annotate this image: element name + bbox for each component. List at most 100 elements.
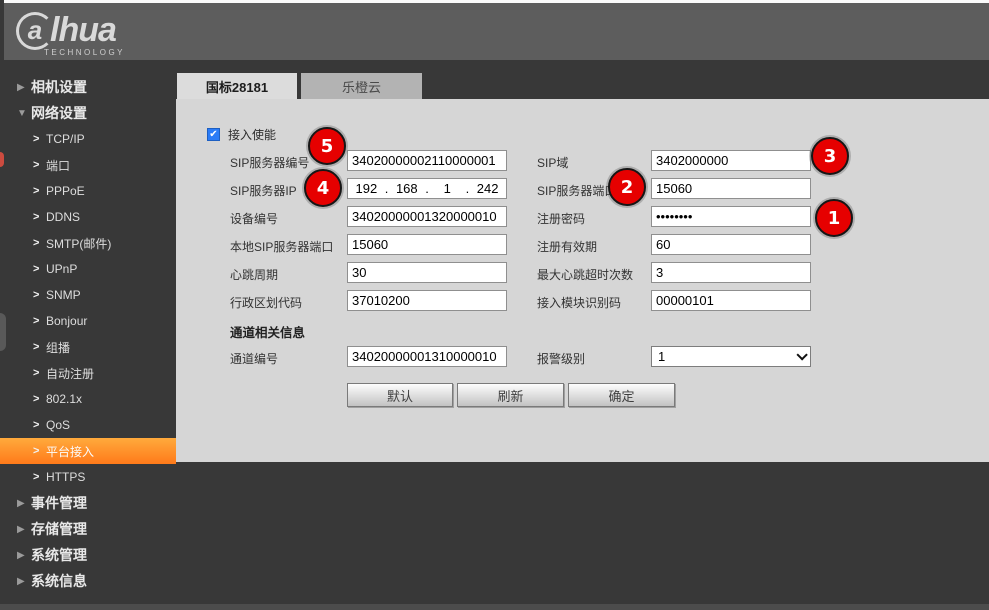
left-edge-handle[interactable]: [0, 313, 6, 351]
ip-octet-4: 242: [469, 181, 506, 196]
alarm-level-label: 报警级别: [537, 350, 585, 367]
tab-gb28181[interactable]: 国标28181: [177, 73, 297, 99]
sidebar-item-tcpip[interactable]: > TCP/IP: [0, 126, 176, 152]
form-row: 心跳周期 最大心跳超时次数: [230, 262, 811, 283]
channel-id-label: 通道编号: [230, 350, 278, 367]
sidebar-item-bonjour[interactable]: > Bonjour: [0, 308, 176, 334]
device-id-input[interactable]: [347, 206, 507, 227]
refresh-button[interactable]: 刷新: [457, 383, 564, 407]
heartbeat-period-label: 心跳周期: [230, 266, 278, 283]
sidebar-item-port[interactable]: > 端口: [0, 152, 176, 178]
sidebar-item-label: 平台接入: [46, 443, 94, 460]
sidebar-item-label: DDNS: [46, 210, 80, 224]
sidebar-item-label: UPnP: [46, 262, 77, 276]
access-module-id-input[interactable]: [651, 290, 811, 311]
access-module-id-label: 接入模块识别码: [537, 294, 621, 311]
left-edge-red-marker: [0, 152, 4, 167]
device-id-label: 设备编号: [230, 210, 278, 227]
annotation-circle-4: 4: [304, 169, 342, 207]
annotation-circle-5: 5: [308, 127, 346, 165]
sidebar-item-label: 802.1x: [46, 392, 82, 406]
alarm-level-select[interactable]: 1: [651, 346, 811, 367]
sip-server-port-label: SIP服务器端口: [537, 182, 616, 199]
admin-region-code-input[interactable]: [347, 290, 507, 311]
sidebar-group-sysinfo[interactable]: ▶ 系统信息: [0, 568, 176, 594]
sidebar-item-label: SMTP(邮件): [46, 235, 111, 252]
form-row: 设备编号 注册密码: [230, 206, 811, 227]
form-row: 本地SIP服务器端口 注册有效期: [230, 234, 811, 255]
sidebar-item-https[interactable]: > HTTPS: [0, 464, 176, 490]
heartbeat-period-input[interactable]: [347, 262, 507, 283]
max-heartbeat-timeout-input[interactable]: [651, 262, 811, 283]
chevron-right-icon: >: [33, 393, 46, 405]
form-row: 通道编号 报警级别 1: [230, 346, 811, 367]
header-band: a lhua TECHNOLOGY: [4, 3, 989, 60]
local-sip-port-input[interactable]: [347, 234, 507, 255]
local-sip-port-label: 本地SIP服务器端口: [230, 238, 333, 255]
tab-lechange-cloud[interactable]: 乐橙云: [301, 73, 422, 99]
sidebar-group-label: 系统信息: [31, 571, 87, 591]
annotation-circle-3: 3: [811, 137, 849, 175]
sidebar-group-storage[interactable]: ▶ 存储管理: [0, 516, 176, 542]
collapsed-triangle-icon: ▶: [17, 550, 31, 561]
register-password-input[interactable]: [651, 206, 811, 227]
sidebar-item-upnp[interactable]: > UPnP: [0, 256, 176, 282]
sidebar-item-8021x[interactable]: > 802.1x: [0, 386, 176, 412]
chevron-right-icon: >: [33, 211, 46, 223]
alarm-level-value: 1: [658, 349, 665, 364]
sidebar-item-snmp[interactable]: > SNMP: [0, 282, 176, 308]
chevron-right-icon: >: [33, 159, 46, 171]
sidebar-group-label: 相机设置: [31, 77, 87, 97]
collapsed-triangle-icon: ▶: [17, 524, 31, 535]
sip-server-id-input[interactable]: [347, 150, 507, 171]
default-button[interactable]: 默认: [347, 383, 453, 407]
dahua-logo: a lhua TECHNOLOGY: [16, 11, 125, 57]
sidebar-item-label: 自动注册: [46, 365, 94, 382]
sidebar-group-network[interactable]: ▼ 网络设置: [0, 100, 176, 126]
sidebar-group-event[interactable]: ▶ 事件管理: [0, 490, 176, 516]
chevron-right-icon: >: [33, 471, 46, 483]
sidebar-item-platform-access-active[interactable]: > 平台接入: [0, 438, 176, 464]
sip-server-id-label: SIP服务器编号: [230, 154, 309, 171]
sidebar-menu: ▶ 相机设置 ▼ 网络设置 > TCP/IP > 端口 > PPPoE > DD…: [0, 74, 176, 594]
sidebar-item-ddns[interactable]: > DDNS: [0, 204, 176, 230]
channel-id-input[interactable]: [347, 346, 507, 367]
sip-server-ip-input[interactable]: 192. 168. 1. 242: [347, 178, 507, 199]
ip-octet-2: 168: [388, 181, 425, 196]
sidebar-group-system[interactable]: ▶ 系统管理: [0, 542, 176, 568]
max-heartbeat-timeout-label: 最大心跳超时次数: [537, 266, 633, 283]
sidebar-item-autoregister[interactable]: > 自动注册: [0, 360, 176, 386]
sidebar-item-label: Bonjour: [46, 314, 87, 328]
chevron-right-icon: >: [33, 419, 46, 431]
form-row: 行政区划代码 接入模块识别码: [230, 290, 811, 311]
register-password-label: 注册密码: [537, 210, 585, 227]
sidebar-group-label: 存储管理: [31, 519, 87, 539]
collapsed-triangle-icon: ▶: [17, 576, 31, 587]
sidebar-item-pppoe[interactable]: > PPPoE: [0, 178, 176, 204]
annotation-circle-2: 2: [608, 168, 646, 206]
sidebar-item-qos[interactable]: > QoS: [0, 412, 176, 438]
chevron-down-icon: [796, 349, 807, 360]
sidebar-item-label: HTTPS: [46, 470, 85, 484]
register-validity-input[interactable]: [651, 234, 811, 255]
ip-octet-3: 1: [429, 181, 466, 196]
sidebar-item-label: 端口: [46, 157, 70, 174]
sip-server-port-input[interactable]: [651, 178, 811, 199]
sidebar-item-smtp[interactable]: > SMTP(邮件): [0, 230, 176, 256]
sip-domain-input[interactable]: [651, 150, 811, 171]
ip-octet-1: 192: [348, 181, 385, 196]
access-enable-checkbox[interactable]: ✔: [207, 128, 220, 141]
sidebar-item-label: SNMP: [46, 288, 81, 302]
sidebar-group-camera[interactable]: ▶ 相机设置: [0, 74, 176, 100]
sidebar-item-label: PPPoE: [46, 184, 85, 198]
confirm-button[interactable]: 确定: [568, 383, 675, 407]
sidebar-item-label: QoS: [46, 418, 70, 432]
sip-server-ip-label: SIP服务器IP: [230, 182, 297, 199]
sidebar-group-label: 系统管理: [31, 545, 87, 565]
sidebar-item-multicast[interactable]: > 组播: [0, 334, 176, 360]
chevron-right-icon: >: [33, 445, 46, 457]
register-validity-label: 注册有效期: [537, 238, 597, 255]
sidebar-group-label: 网络设置: [31, 103, 87, 123]
chevron-right-icon: >: [33, 133, 46, 145]
access-enable-label: 接入使能: [228, 126, 276, 143]
